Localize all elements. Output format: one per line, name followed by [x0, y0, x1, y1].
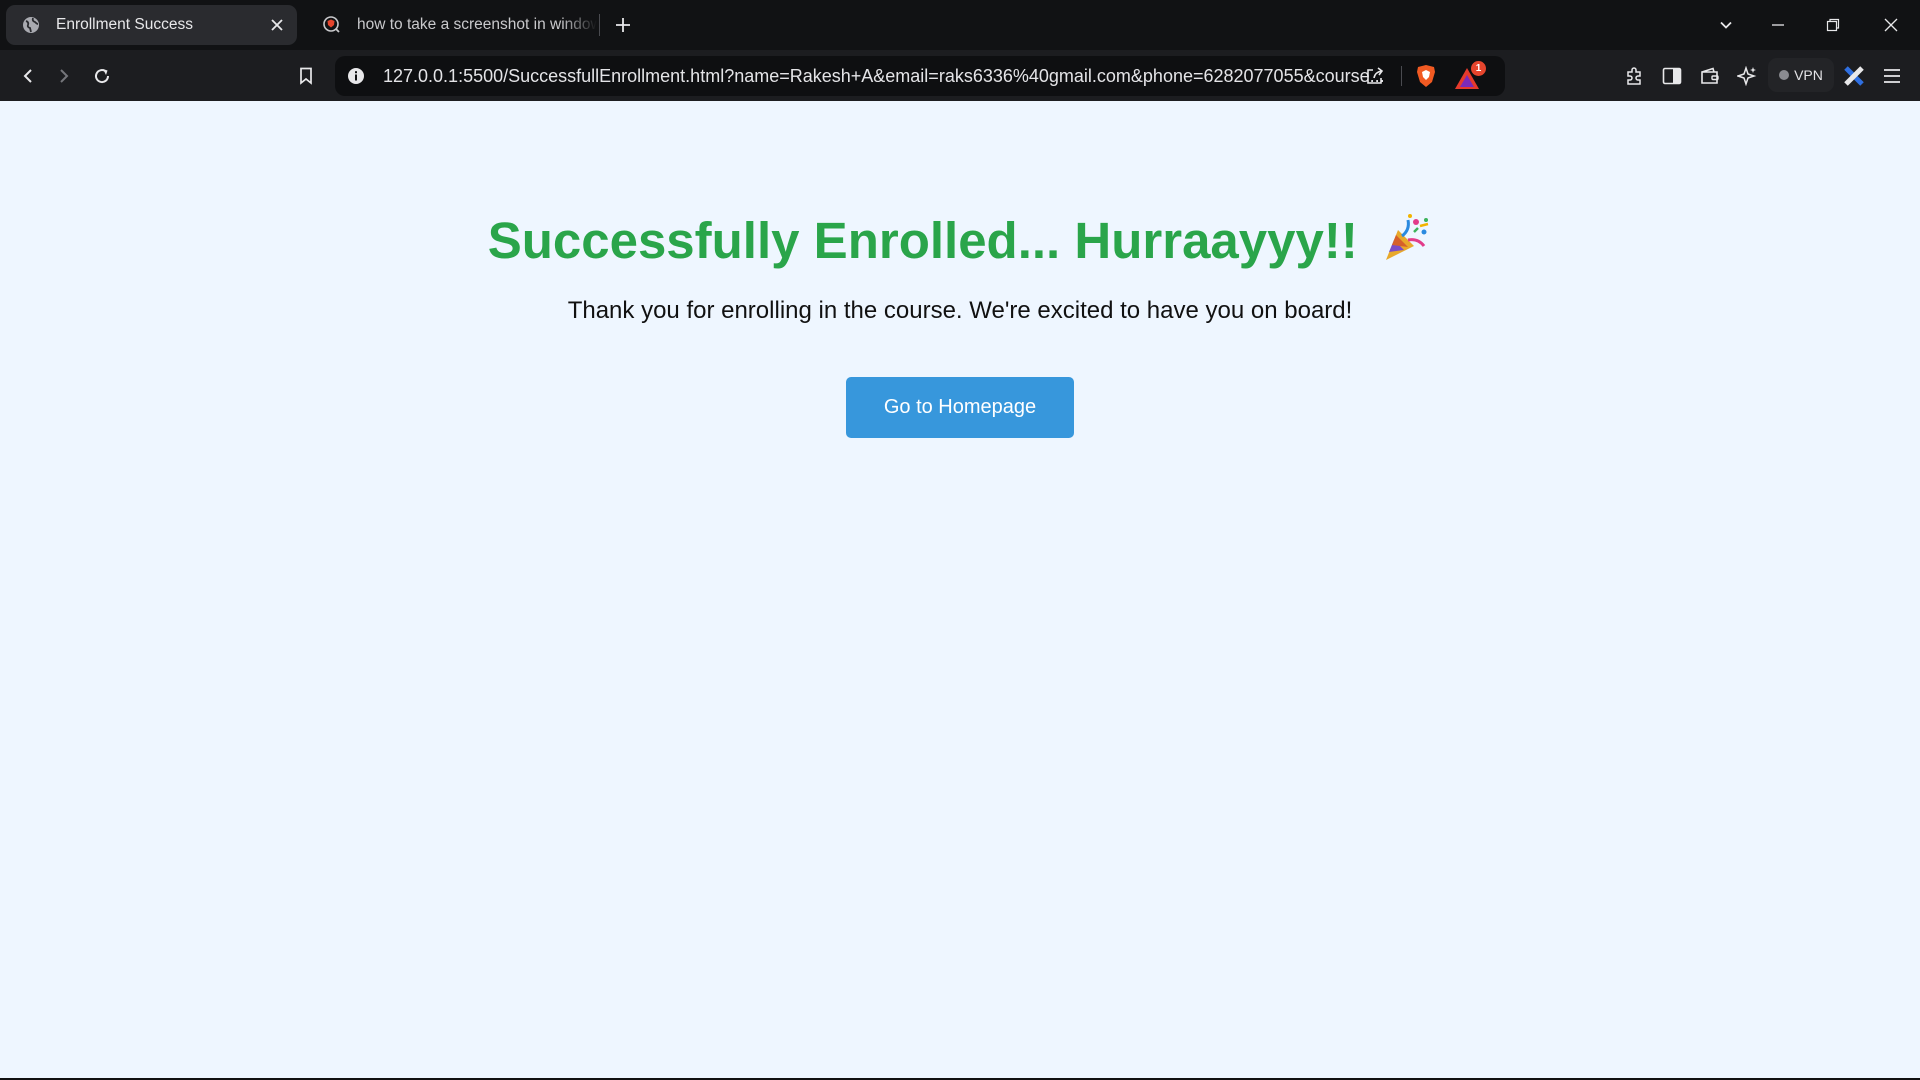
- forward-button[interactable]: [48, 60, 80, 92]
- minimize-button[interactable]: [1763, 10, 1793, 40]
- vpn-status-icon: [1779, 70, 1790, 80]
- tab-strip: Enrollment Success how to take a screens…: [0, 0, 1920, 50]
- tab-title: Enrollment Success: [56, 16, 193, 33]
- extensions-icon[interactable]: [1618, 60, 1650, 92]
- vpn-label: VPN: [1794, 67, 1823, 83]
- bookmark-icon[interactable]: [290, 60, 322, 92]
- tab-enrollment-success[interactable]: Enrollment Success: [6, 5, 297, 45]
- tab-search-dropdown-button[interactable]: [1711, 10, 1741, 40]
- sidebar-toggle-icon[interactable]: [1656, 60, 1688, 92]
- address-bar[interactable]: 127.0.0.1:5500/SuccessfullEnrollment.htm…: [335, 56, 1505, 96]
- extension-x-icon[interactable]: [1838, 60, 1870, 92]
- share-icon[interactable]: [1363, 64, 1387, 88]
- page-title: Successfully Enrolled... Hurraayyy!!: [487, 212, 1358, 269]
- back-button[interactable]: [12, 60, 44, 92]
- tab-screenshot-search[interactable]: how to take a screenshot in windows: [307, 5, 597, 45]
- brave-shields-icon[interactable]: [1413, 63, 1439, 89]
- globe-icon: [20, 14, 42, 36]
- brave-search-icon: [321, 14, 343, 36]
- leo-ai-icon[interactable]: [1731, 60, 1763, 92]
- brave-rewards-icon[interactable]: 1: [1455, 61, 1486, 91]
- vpn-button[interactable]: VPN: [1768, 58, 1834, 92]
- heading-row: Successfully Enrolled... Hurraayyy!!: [0, 211, 1920, 270]
- site-info-icon[interactable]: [345, 65, 367, 87]
- tab-title: how to take a screenshot in windows: [357, 16, 597, 33]
- menu-icon[interactable]: [1876, 60, 1908, 92]
- browser-toolbar: 127.0.0.1:5500/SuccessfullEnrollment.htm…: [0, 50, 1920, 101]
- tab-divider: [599, 14, 600, 36]
- close-window-button[interactable]: [1876, 10, 1906, 40]
- page-viewport: Successfully Enrolled... Hurraayyy!! Tha…: [0, 101, 1920, 1078]
- omnibox-divider: [1401, 66, 1402, 86]
- new-tab-button[interactable]: [610, 12, 636, 38]
- go-to-homepage-button[interactable]: Go to Homepage: [846, 377, 1074, 438]
- reload-button[interactable]: [86, 60, 118, 92]
- close-tab-icon[interactable]: [265, 13, 289, 37]
- wallet-icon[interactable]: [1694, 60, 1726, 92]
- restore-button[interactable]: [1818, 10, 1848, 40]
- party-popper-icon: [1380, 212, 1432, 264]
- rewards-badge: 1: [1471, 61, 1486, 76]
- url-text[interactable]: 127.0.0.1:5500/SuccessfullEnrollment.htm…: [383, 66, 1383, 87]
- page-subtitle: Thank you for enrolling in the course. W…: [567, 297, 1353, 324]
